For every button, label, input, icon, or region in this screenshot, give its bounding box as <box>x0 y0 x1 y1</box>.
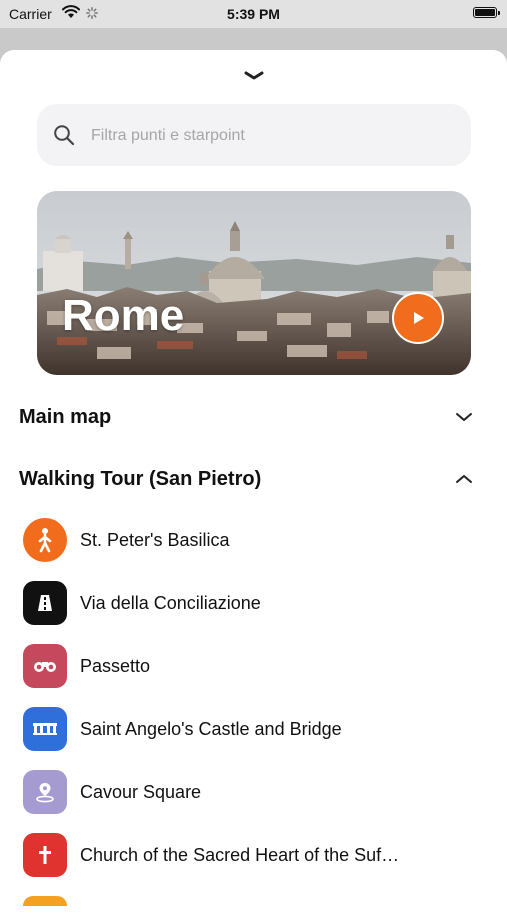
battery-icon <box>473 7 500 18</box>
next-tour-stop-icon-partial <box>23 896 67 906</box>
section-title: Main map <box>19 405 112 428</box>
tour-stop-label: Passetto <box>80 655 151 676</box>
tour-stop-item[interactable]: Passetto <box>23 643 483 689</box>
status-time: 5:39 PM <box>227 6 280 22</box>
section-main-map[interactable]: Main map <box>19 399 489 435</box>
search-icon <box>54 125 75 146</box>
city-hero-card[interactable]: Rome <box>37 191 471 375</box>
tour-stop-label: Via della Conciliazione <box>80 592 261 613</box>
binoculars-icon <box>23 644 67 688</box>
tour-stop-label: Saint Angelo's Castle and Bridge <box>80 718 342 739</box>
city-title: Rome <box>62 291 185 340</box>
tour-stop-label: Cavour Square <box>80 781 202 802</box>
bridge-icon <box>23 707 67 751</box>
search-input[interactable] <box>89 121 453 151</box>
bottom-sheet: Rome Main map Walking Tour (San Pietro) <box>0 50 507 920</box>
tour-stop-label: St. Peter's Basilica <box>80 529 230 550</box>
section-walking-tour[interactable]: Walking Tour (San Pietro) <box>19 461 489 497</box>
tour-stop-item[interactable]: St. Peter's Basilica <box>23 517 483 563</box>
road-icon <box>23 581 67 625</box>
rome-skyline-image <box>37 191 471 375</box>
tour-stop-item[interactable]: Saint Angelo's Castle and Bridge <box>23 706 483 752</box>
tour-stop-label: Church of the Sacred Heart of the Suf… <box>80 844 400 865</box>
location-pin-icon <box>23 770 67 814</box>
chevron-up-icon <box>456 475 472 483</box>
tour-stop-item[interactable]: Cavour Square <box>23 769 483 815</box>
tour-stop-item[interactable]: Church of the Sacred Heart of the Suf… <box>23 832 483 878</box>
search-bar[interactable] <box>37 104 471 166</box>
chevron-down-icon <box>456 413 472 421</box>
cross-icon <box>23 833 67 877</box>
section-title: Walking Tour (San Pietro) <box>19 467 262 490</box>
play-button[interactable] <box>392 292 444 344</box>
play-icon <box>414 312 424 324</box>
walking-person-icon <box>23 518 67 562</box>
tour-stop-item[interactable]: Via della Conciliazione <box>23 580 483 626</box>
sheet-grabber-chevron-icon[interactable] <box>243 70 265 82</box>
status-bar: Carrier 5:39 PM <box>0 0 507 28</box>
